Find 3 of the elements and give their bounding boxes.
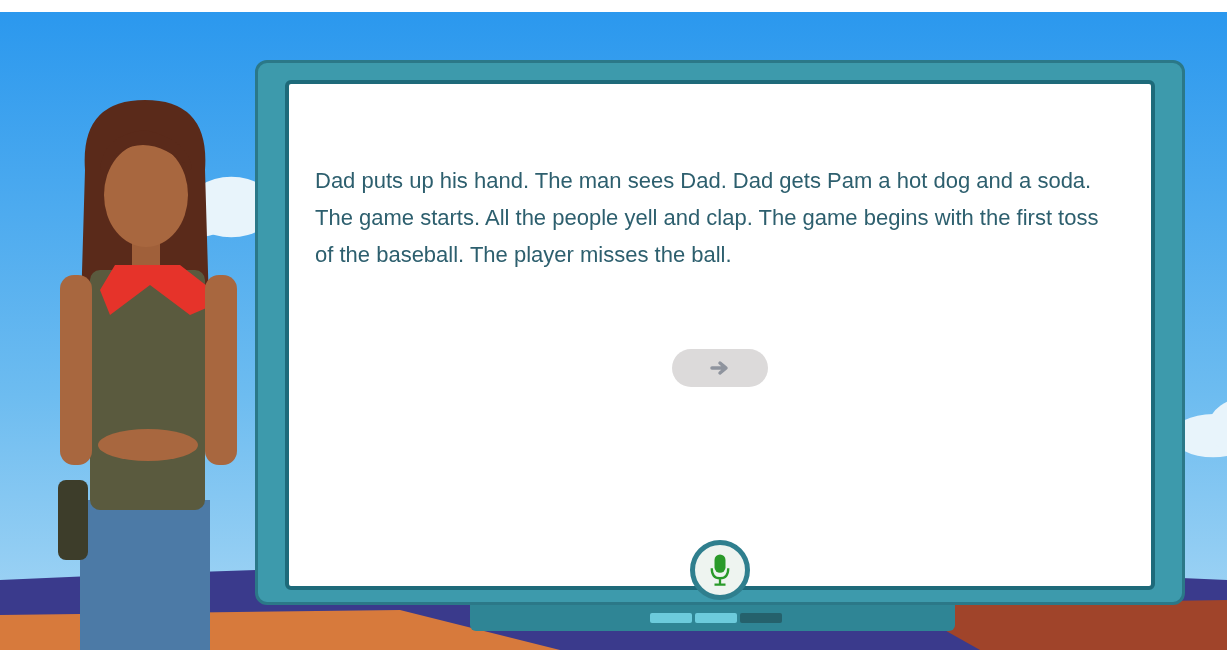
arrow-right-icon xyxy=(710,360,730,376)
microphone-icon xyxy=(709,553,731,587)
passage-text: Dad puts up his hand. The man sees Dad. Dad gets Pam a hot dog and a soda. The game starts. All the people yell and clap. The game begins with the first toss of the baseball. The player misses the ball. xyxy=(315,167,1100,269)
